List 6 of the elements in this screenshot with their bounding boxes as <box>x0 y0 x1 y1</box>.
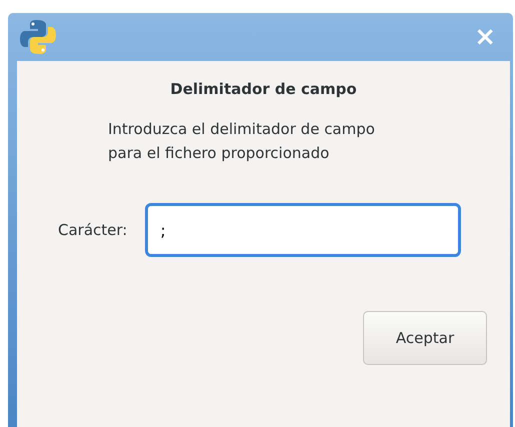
dialog-heading: Delimitador de campo <box>169 80 358 98</box>
character-field[interactable]: ; <box>145 203 462 257</box>
accept-button[interactable]: Aceptar <box>363 311 487 365</box>
python-logo-icon <box>19 18 57 56</box>
dialog-message: Introduzca el delimitador de campo para el fichero proporcionado <box>108 119 376 164</box>
field-label: Carácter: <box>58 221 128 239</box>
